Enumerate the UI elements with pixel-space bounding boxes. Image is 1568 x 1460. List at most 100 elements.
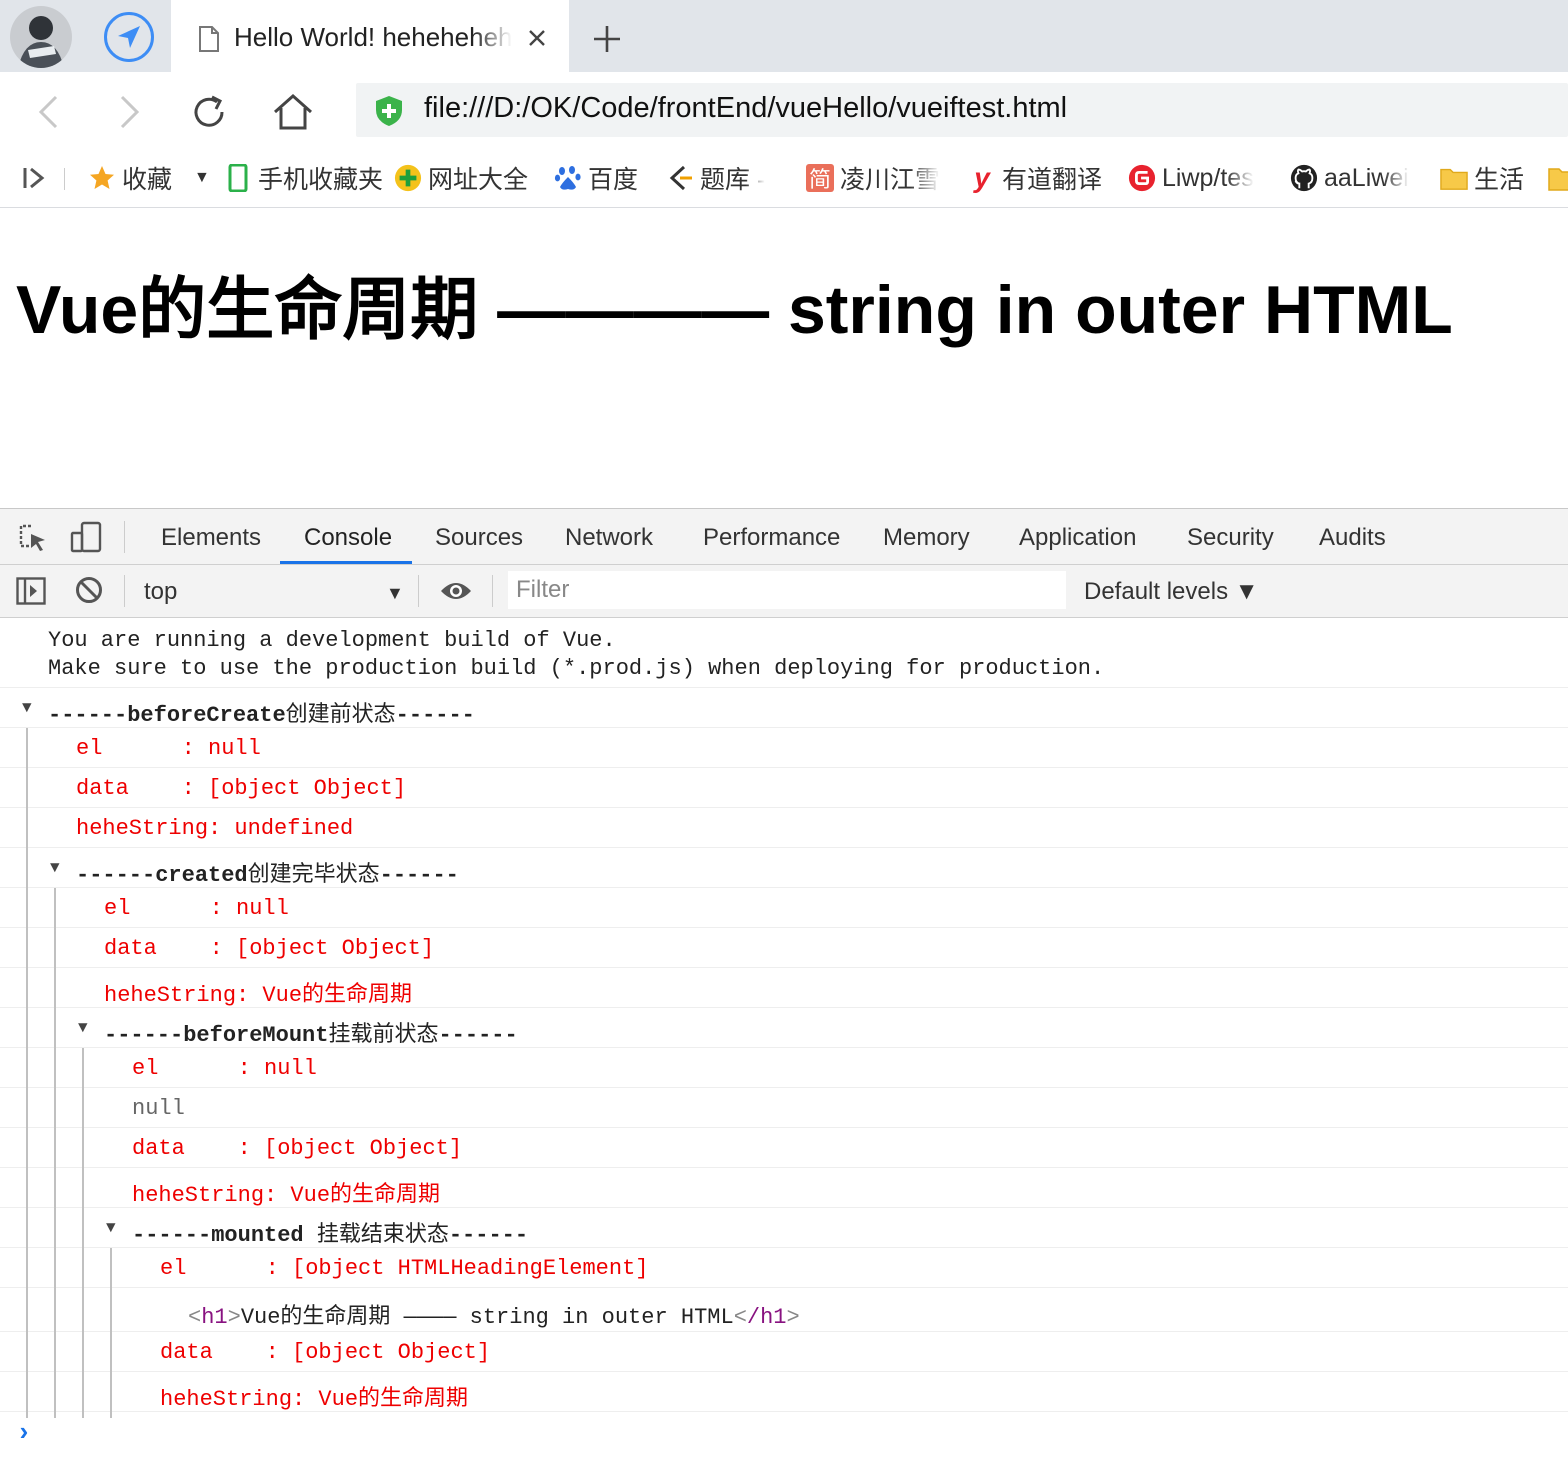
tab-active[interactable]: Hello World! hehehehehe: [171, 0, 569, 72]
folder-icon: [1440, 164, 1468, 192]
sidebar-toggle-icon[interactable]: [16, 577, 46, 610]
bookmark-folder-life[interactable]: 生活: [1440, 161, 1524, 195]
console-prompt-icon[interactable]: ›: [16, 1418, 32, 1448]
tab-sources[interactable]: Sources: [435, 509, 523, 564]
bookmark-label: 有道翻译: [1002, 166, 1103, 194]
log-levels-dropdown[interactable]: Default levels ▼: [1084, 578, 1259, 606]
bookmark-sites[interactable]: 网址大全: [394, 161, 528, 195]
context-selector[interactable]: top: [144, 578, 177, 606]
bookmark-label: 百度: [588, 166, 639, 194]
chevron-down-icon[interactable]: ▼: [386, 583, 404, 604]
back-icon[interactable]: [36, 94, 62, 135]
expand-triangle-icon[interactable]: ▼: [22, 699, 32, 717]
console-message: el : null: [0, 728, 1568, 768]
bookmark-label: 手机收藏夹: [258, 166, 384, 194]
star-icon: [88, 164, 116, 192]
tab-security[interactable]: Security: [1187, 509, 1274, 564]
github-icon: [1290, 164, 1318, 192]
console-message: heheString: undefined: [0, 808, 1568, 848]
jianshu-icon: 简: [806, 164, 834, 192]
tab-audits[interactable]: Audits: [1319, 509, 1386, 564]
console-message: heheString: Vue的生命周期: [0, 1168, 1568, 1208]
plus-circle-icon: [394, 164, 422, 192]
devtools-tabbar: Elements Console Sources Network Perform…: [0, 509, 1568, 565]
group-title: ------mounted 挂载结束状态------: [132, 1223, 529, 1248]
bookmark-jianshu[interactable]: 简 凌川江雪: [806, 161, 940, 195]
tab-title: Hello World! hehehehehe: [234, 22, 512, 52]
chevron-down-icon[interactable]: ▼: [194, 161, 210, 195]
folder-icon[interactable]: [1548, 161, 1568, 195]
shield-icon: [374, 95, 404, 132]
bookmark-label: 凌川江雪: [840, 166, 941, 194]
group-guide-line: [26, 728, 28, 1418]
apps-icon[interactable]: [20, 161, 48, 195]
bookmark-github[interactable]: aaLiwei: [1290, 161, 1409, 195]
expand-triangle-icon[interactable]: ▼: [106, 1219, 116, 1237]
address-bar[interactable]: file:///D:/OK/Code/frontEnd/vueHello/vue…: [356, 83, 1568, 137]
expand-triangle-icon[interactable]: ▼: [78, 1019, 88, 1037]
tab-memory[interactable]: Memory: [883, 509, 970, 564]
bookmark-gitee[interactable]: Liwp/tes: [1128, 161, 1254, 195]
avatar[interactable]: [10, 6, 72, 68]
bookmark-label: Liwp/tes: [1162, 163, 1254, 192]
reload-icon[interactable]: [190, 93, 228, 136]
phone-icon: [224, 164, 252, 192]
page-icon: [199, 26, 219, 57]
group-title: ------created创建完毕状态------: [76, 863, 459, 888]
console-message: el : [object HTMLHeadingElement]: [0, 1248, 1568, 1288]
bookmark-label: 网址大全: [428, 166, 529, 194]
expand-triangle-icon[interactable]: ▼: [50, 859, 60, 877]
group-guide-line: [54, 888, 56, 1418]
browser-toolbar: file:///D:/OK/Code/frontEnd/vueHello/vue…: [0, 72, 1568, 150]
bookmark-label: 题库 -: [700, 166, 766, 194]
home-icon[interactable]: [272, 92, 314, 137]
console-message: el : null: [0, 1048, 1568, 1088]
clear-console-icon[interactable]: [75, 576, 103, 609]
console-message: heheString: Vue的生命周期: [0, 968, 1568, 1008]
divider: [492, 575, 493, 607]
divider: [418, 575, 419, 607]
console-group-beforemount[interactable]: ▼ ------beforeMount挂载前状态------: [0, 1008, 1568, 1048]
console-text: Make sure to use the production build (*…: [48, 656, 1105, 681]
gitee-icon: [1128, 164, 1156, 192]
inspect-icon[interactable]: [18, 523, 48, 558]
bookmark-mobile[interactable]: 手机收藏夹: [224, 161, 383, 195]
console-message: You are running a development build of V…: [0, 618, 1568, 688]
device-toolbar-icon[interactable]: [70, 521, 104, 558]
bookmark-baidu[interactable]: 百度: [554, 161, 638, 195]
bookmark-label: 生活: [1474, 166, 1525, 194]
active-tab-indicator: [280, 561, 412, 564]
bookmark-youdao[interactable]: y 有道翻译: [968, 161, 1102, 195]
bookmark-favorites[interactable]: 收藏: [88, 161, 172, 195]
bookmark-label: aaLiwei: [1324, 163, 1409, 192]
tab-network[interactable]: Network: [565, 509, 653, 564]
close-icon[interactable]: [525, 26, 549, 50]
divider: [124, 575, 125, 607]
bookmark-tiku[interactable]: 题库 -: [666, 161, 765, 195]
bookmark-label: 收藏: [122, 166, 173, 194]
console-message: null: [0, 1088, 1568, 1128]
tab-application[interactable]: Application: [1019, 509, 1136, 564]
send-arrow-icon[interactable]: [104, 12, 154, 62]
page-heading: Vue的生命周期 ———— string in outer HTML: [16, 272, 1453, 348]
plus-icon[interactable]: [590, 22, 624, 56]
tab-console[interactable]: Console: [304, 509, 392, 564]
console-group-beforecreate[interactable]: ▼ ------beforeCreate创建前状态------: [0, 688, 1568, 728]
html-element-preview: <h1>Vue的生命周期 ———— string in outer HTML</…: [188, 1305, 800, 1330]
youdao-icon: y: [974, 162, 990, 193]
eye-icon[interactable]: [439, 579, 473, 608]
console-element-node[interactable]: <h1>Vue的生命周期 ———— string in outer HTML</…: [0, 1288, 1568, 1332]
console-group-created[interactable]: ▼ ------created创建完毕状态------: [0, 848, 1568, 888]
console-message: heheString: Vue的生命周期: [0, 1372, 1568, 1412]
divider: [64, 168, 65, 190]
group-title: ------beforeMount挂载前状态------: [104, 1023, 518, 1048]
tab-elements[interactable]: Elements: [161, 509, 261, 564]
console-output: You are running a development build of V…: [0, 618, 1568, 1460]
forward-icon[interactable]: [116, 94, 142, 135]
console-message: data : [object Object]: [0, 768, 1568, 808]
tab-performance[interactable]: Performance: [703, 509, 840, 564]
filter-input[interactable]: [508, 571, 1066, 609]
console-group-mounted[interactable]: ▼ ------mounted 挂载结束状态------: [0, 1208, 1568, 1248]
group-guide-line: [110, 1248, 112, 1418]
devtools-panel: Elements Console Sources Network Perform…: [0, 508, 1568, 1460]
